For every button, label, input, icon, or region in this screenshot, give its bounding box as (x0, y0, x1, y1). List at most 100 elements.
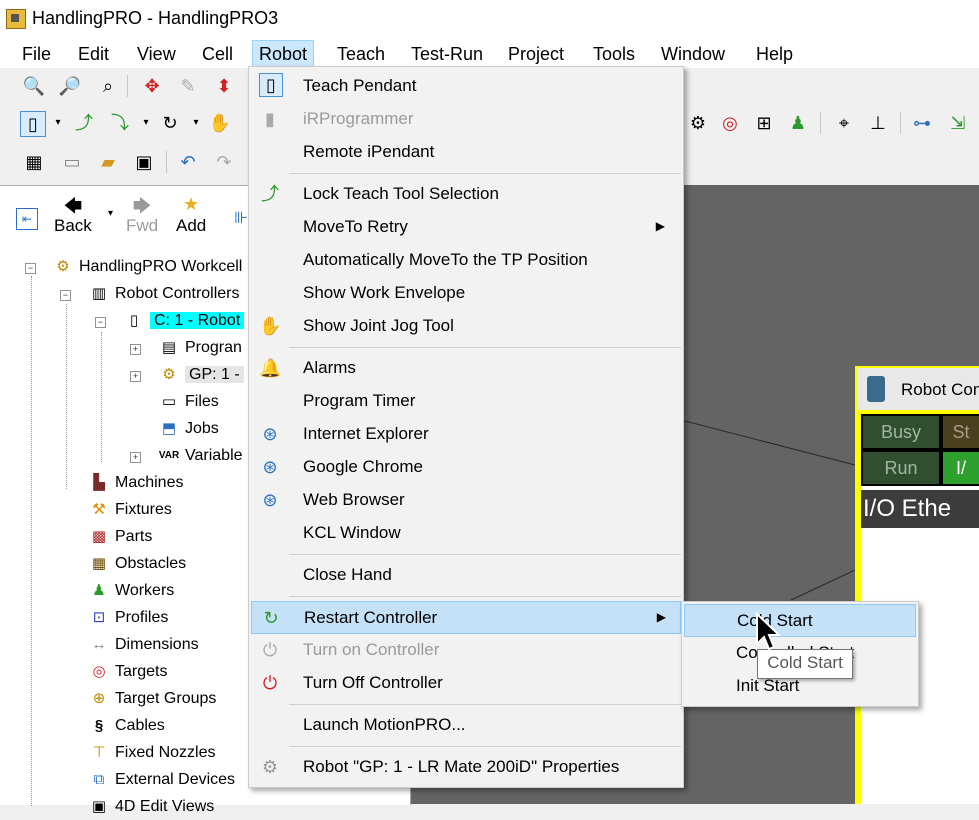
menu-item-alarms[interactable]: 🔔 Alarms (251, 352, 679, 383)
menu-item-internet-explorer[interactable]: ⊛ Internet Explorer (251, 418, 679, 449)
redo-icon[interactable]: ↷ (212, 150, 236, 174)
teach-pendant-icon[interactable]: ▯ (20, 111, 46, 137)
tree-item-fixed-nozzles[interactable]: ⊤ Fixed Nozzles (88, 740, 215, 766)
zoom-window-icon[interactable]: ⌕ (96, 74, 120, 98)
move-icon[interactable]: ↻ (158, 111, 182, 135)
menu-file[interactable]: File (16, 42, 57, 66)
tree-item-files[interactable]: ▭ Files (158, 389, 219, 415)
dropdown-arrow-icon[interactable]: ▾ (134, 111, 158, 135)
fit-icon[interactable]: ⬍ (212, 74, 236, 98)
tree-item-external-devices[interactable]: ⧉ External Devices (88, 767, 235, 793)
dimension-icon[interactable]: ⊥ (866, 111, 890, 135)
menu-label: Automatically MoveTo the TP Position (303, 250, 588, 269)
new-file-icon[interactable]: ▭ (60, 150, 84, 174)
menu-item-launch-motionpro[interactable]: Launch MotionPRO... (251, 709, 679, 740)
worker-icon[interactable]: ♟ (786, 111, 810, 135)
joint-jog-icon[interactable]: ✋ (208, 111, 232, 135)
pan-icon[interactable]: ✥ (140, 74, 164, 98)
menu-item-kcl-window[interactable]: KCL Window (251, 517, 679, 548)
menu-item-google-chrome[interactable]: ⊛ Google Chrome (251, 451, 679, 482)
robot-arm-icon: ⚙ (162, 365, 176, 383)
dropdown-arrow-icon[interactable]: ▾ (184, 111, 208, 135)
tree-expander[interactable]: + (130, 344, 141, 355)
robot-window-title: Robot Cont (901, 380, 979, 399)
toolbar-separator (820, 112, 821, 134)
tree-item-cables[interactable]: § Cables (88, 713, 165, 739)
menu-item-lock-teach-tool[interactable]: ⤴ Lock Teach Tool Selection (251, 178, 679, 209)
tree-item-controller[interactable]: ▯ C: 1 - Robot (123, 308, 245, 334)
tree-item-target-groups[interactable]: ⊕ Target Groups (88, 686, 217, 712)
tree-expander[interactable]: + (130, 371, 141, 382)
tree-item-edit-views[interactable]: ▣ 4D Edit Views (88, 794, 214, 820)
menu-item-show-joint-jog[interactable]: ✋ Show Joint Jog Tool (251, 310, 679, 341)
menu-item-irprogrammer[interactable]: ▮ iRProgrammer (251, 103, 679, 134)
menu-item-close-hand[interactable]: Close Hand (251, 559, 679, 590)
menu-item-program-timer[interactable]: Program Timer (251, 385, 679, 416)
tree-item-variables[interactable]: VAR Variable (158, 443, 243, 469)
tree-item-workers[interactable]: ♟ Workers (88, 578, 174, 604)
tree-item-targets[interactable]: ◎ Targets (88, 659, 167, 685)
robot-tool-icon[interactable]: ⚙ (686, 111, 710, 135)
tree-item-dimensions[interactable]: ↔ Dimensions (88, 632, 199, 658)
menu-item-teach-pendant[interactable]: ▯ Teach Pendant (251, 70, 679, 101)
tree-expander[interactable]: − (95, 317, 106, 328)
forward-button[interactable]: 🡆 Fwd (126, 194, 158, 236)
collapse-icon[interactable]: ⇤ (16, 208, 38, 230)
menu-cell[interactable]: Cell (196, 42, 239, 66)
sign-icon[interactable]: ⊞ (752, 111, 776, 135)
back-button[interactable]: 🡄 Back (54, 194, 92, 236)
dropdown-arrow-icon[interactable]: ▾ (46, 111, 70, 135)
menu-item-auto-moveto[interactable]: Automatically MoveTo the TP Position (251, 244, 679, 275)
grid-icon[interactable]: ▦ (22, 150, 46, 174)
save-icon[interactable]: ▣ (132, 150, 156, 174)
add-favorite-button[interactable]: ★ Add (176, 194, 206, 236)
lock-teach-tool-icon[interactable]: ⤴ (72, 111, 96, 135)
window-title: HandlingPRO - HandlingPRO3 (32, 8, 279, 28)
menu-item-robot-properties[interactable]: ⚙ Robot "GP: 1 - LR Mate 200iD" Properti… (251, 751, 679, 782)
tree-item-programs[interactable]: ▤ Progran (158, 335, 242, 361)
menu-view[interactable]: View (131, 42, 182, 66)
tree-expander[interactable]: − (25, 263, 36, 274)
tree-expander[interactable]: + (130, 452, 141, 463)
tree-view-icon[interactable]: ⊪ (234, 208, 248, 228)
tree-label: GP: 1 - (185, 366, 244, 383)
menu-item-turn-on-controller[interactable]: ⏻ Turn on Controller (251, 634, 679, 665)
parts-icon: ▩ (91, 527, 107, 545)
camera-icon[interactable]: ⌖ (832, 111, 856, 135)
menu-item-moveto-retry[interactable]: MoveTo Retry ▶ (251, 211, 679, 242)
menu-item-restart-controller[interactable]: ↻ Restart Controller ▶ (251, 601, 681, 634)
tree-item-workcell[interactable]: ⚙ HandlingPRO Workcell (52, 254, 242, 280)
menu-project[interactable]: Project (502, 42, 570, 66)
edit-icon[interactable]: ✎ (176, 74, 200, 98)
back-dropdown-icon[interactable]: ▾ (108, 208, 113, 219)
tree-item-machines[interactable]: ▙ Machines (88, 470, 183, 496)
tree-item-robot-controllers[interactable]: ▥ Robot Controllers (88, 281, 240, 307)
tree-item-parts[interactable]: ▩ Parts (88, 524, 152, 550)
menu-item-show-work-envelope[interactable]: Show Work Envelope (251, 277, 679, 308)
tree-item-profiles[interactable]: ⊡ Profiles (88, 605, 169, 631)
menu-test-run[interactable]: Test-Run (405, 42, 489, 66)
menu-item-remote-ipendant[interactable]: Remote iPendant (251, 136, 679, 167)
exit-icon[interactable]: ⇲ (946, 111, 970, 135)
open-folder-icon[interactable]: ▰ (96, 150, 120, 174)
teach-tool-icon[interactable]: ⤵ (108, 111, 132, 135)
tree-item-fixtures[interactable]: ⚒ Fixtures (88, 497, 172, 523)
zoom-out-icon[interactable]: 🔎 (58, 74, 82, 98)
zoom-in-icon[interactable]: 🔍 (22, 74, 46, 98)
menu-item-web-browser[interactable]: ⊛ Web Browser (251, 484, 679, 515)
undo-icon[interactable]: ↶ (176, 150, 200, 174)
menu-help[interactable]: Help (750, 42, 799, 66)
menu-item-cold-start[interactable]: Cold Start (684, 604, 916, 637)
menu-edit[interactable]: Edit (72, 42, 115, 66)
tree-item-jobs[interactable]: ⬒ Jobs (158, 416, 219, 442)
menu-item-turn-off-controller[interactable]: ⏻ Turn Off Controller (251, 667, 679, 698)
menu-window[interactable]: Window (655, 42, 731, 66)
menu-tools[interactable]: Tools (587, 42, 641, 66)
network-icon[interactable]: ⊶ (910, 111, 934, 135)
target-icon[interactable]: ◎ (718, 111, 742, 135)
menu-robot[interactable]: Robot (252, 40, 315, 68)
tree-item-obstacles[interactable]: ▦ Obstacles (88, 551, 186, 577)
tree-expander[interactable]: − (60, 290, 71, 301)
tree-item-gp[interactable]: ⚙ GP: 1 - (158, 362, 244, 388)
menu-teach[interactable]: Teach (331, 42, 391, 66)
